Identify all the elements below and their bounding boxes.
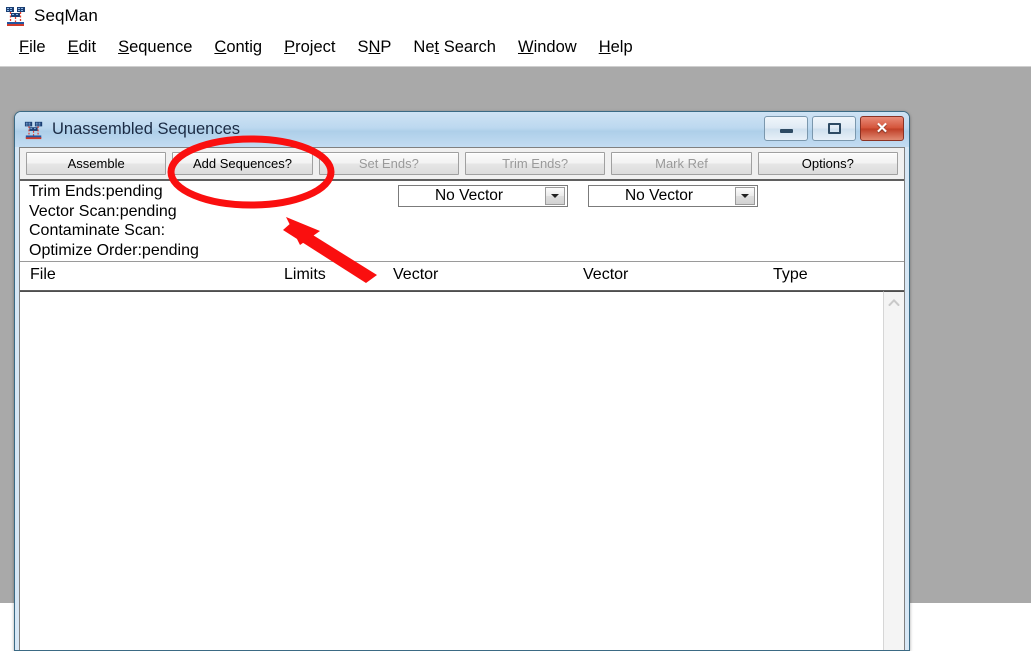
menu-item-edit[interactable]: Edit bbox=[57, 36, 107, 59]
minimize-button[interactable] bbox=[764, 116, 808, 141]
child-window-title: Unassembled Sequences bbox=[52, 120, 241, 138]
vector-combo-left-value: No Vector bbox=[434, 187, 504, 204]
restore-icon bbox=[827, 123, 841, 134]
vector-combo-left[interactable]: No Vector bbox=[398, 185, 568, 207]
child-window-body: Assemble Add Sequences? Set Ends? Trim E… bbox=[19, 147, 905, 650]
vector-combo-right[interactable]: No Vector bbox=[588, 185, 758, 207]
menu-item-sequence[interactable]: Sequence bbox=[107, 36, 203, 59]
column-header-limits[interactable]: Limits bbox=[284, 266, 326, 284]
sequence-toolbar: Assemble Add Sequences? Set Ends? Trim E… bbox=[20, 148, 904, 181]
vertical-scrollbar[interactable] bbox=[883, 291, 904, 650]
status-vector-scan: Vector Scan:pending bbox=[29, 202, 177, 220]
menu-item-help[interactable]: Help bbox=[588, 36, 644, 59]
status-optimize-order: Optimize Order:pending bbox=[29, 241, 199, 259]
minimize-icon bbox=[779, 129, 793, 133]
column-header-vector-1[interactable]: Vector bbox=[393, 266, 438, 284]
assemble-button[interactable]: Assemble bbox=[26, 152, 167, 175]
chevron-up-icon bbox=[888, 298, 900, 306]
window-controls: ✕ bbox=[764, 116, 904, 141]
scroll-up-button[interactable] bbox=[884, 292, 904, 312]
sequence-list-body[interactable] bbox=[20, 291, 884, 650]
close-icon: ✕ bbox=[875, 120, 889, 137]
restore-button[interactable] bbox=[812, 116, 856, 141]
table-column-header: File Limits Vector Vector Type bbox=[20, 262, 904, 292]
menubar: File Edit Sequence Contig Project SNP Ne… bbox=[0, 31, 1031, 64]
menu-item-project[interactable]: Project bbox=[273, 36, 346, 59]
application-title: SeqMan bbox=[34, 5, 98, 25]
menu-item-window[interactable]: Window bbox=[507, 36, 588, 59]
column-header-type[interactable]: Type bbox=[773, 266, 808, 284]
chevron-down-icon[interactable] bbox=[735, 187, 755, 205]
vector-combo-right-value: No Vector bbox=[624, 187, 694, 204]
seqman-application-window: SeqMan File Edit Sequence Contig Project… bbox=[0, 0, 1031, 651]
unassembled-sequences-window: Unassembled Sequences ✕ Assemble Add Seq… bbox=[14, 111, 910, 651]
add-sequences-button[interactable]: Add Sequences? bbox=[172, 152, 313, 175]
mark-ref-button: Mark Ref bbox=[611, 152, 752, 175]
chevron-down-icon[interactable] bbox=[545, 187, 565, 205]
options-button[interactable]: Options? bbox=[757, 152, 898, 175]
sequence-list-area bbox=[20, 291, 904, 650]
status-trim-ends: Trim Ends:pending bbox=[29, 183, 163, 200]
status-area: Trim Ends:pending Vector Scan:pending Co… bbox=[20, 181, 904, 278]
status-contaminate-scan: Contaminate Scan: bbox=[29, 222, 166, 239]
set-ends-button: Set Ends? bbox=[318, 152, 459, 175]
child-window-titlebar[interactable]: Unassembled Sequences ✕ bbox=[15, 112, 909, 147]
close-button[interactable]: ✕ bbox=[860, 116, 904, 141]
menu-item-net-search[interactable]: Net Search bbox=[402, 36, 507, 59]
application-titlebar: SeqMan bbox=[0, 0, 1031, 31]
trim-ends-button: Trim Ends? bbox=[464, 152, 606, 175]
menu-item-contig[interactable]: Contig bbox=[203, 36, 273, 59]
menu-item-file[interactable]: File bbox=[8, 36, 57, 59]
column-header-vector-2[interactable]: Vector bbox=[583, 266, 628, 284]
column-header-file[interactable]: File bbox=[30, 266, 56, 284]
seqman-document-icon bbox=[24, 120, 44, 140]
menu-item-snp[interactable]: SNP bbox=[346, 36, 402, 59]
mdi-client-area: Unassembled Sequences ✕ Assemble Add Seq… bbox=[0, 66, 1031, 651]
seqman-app-icon bbox=[5, 5, 27, 27]
